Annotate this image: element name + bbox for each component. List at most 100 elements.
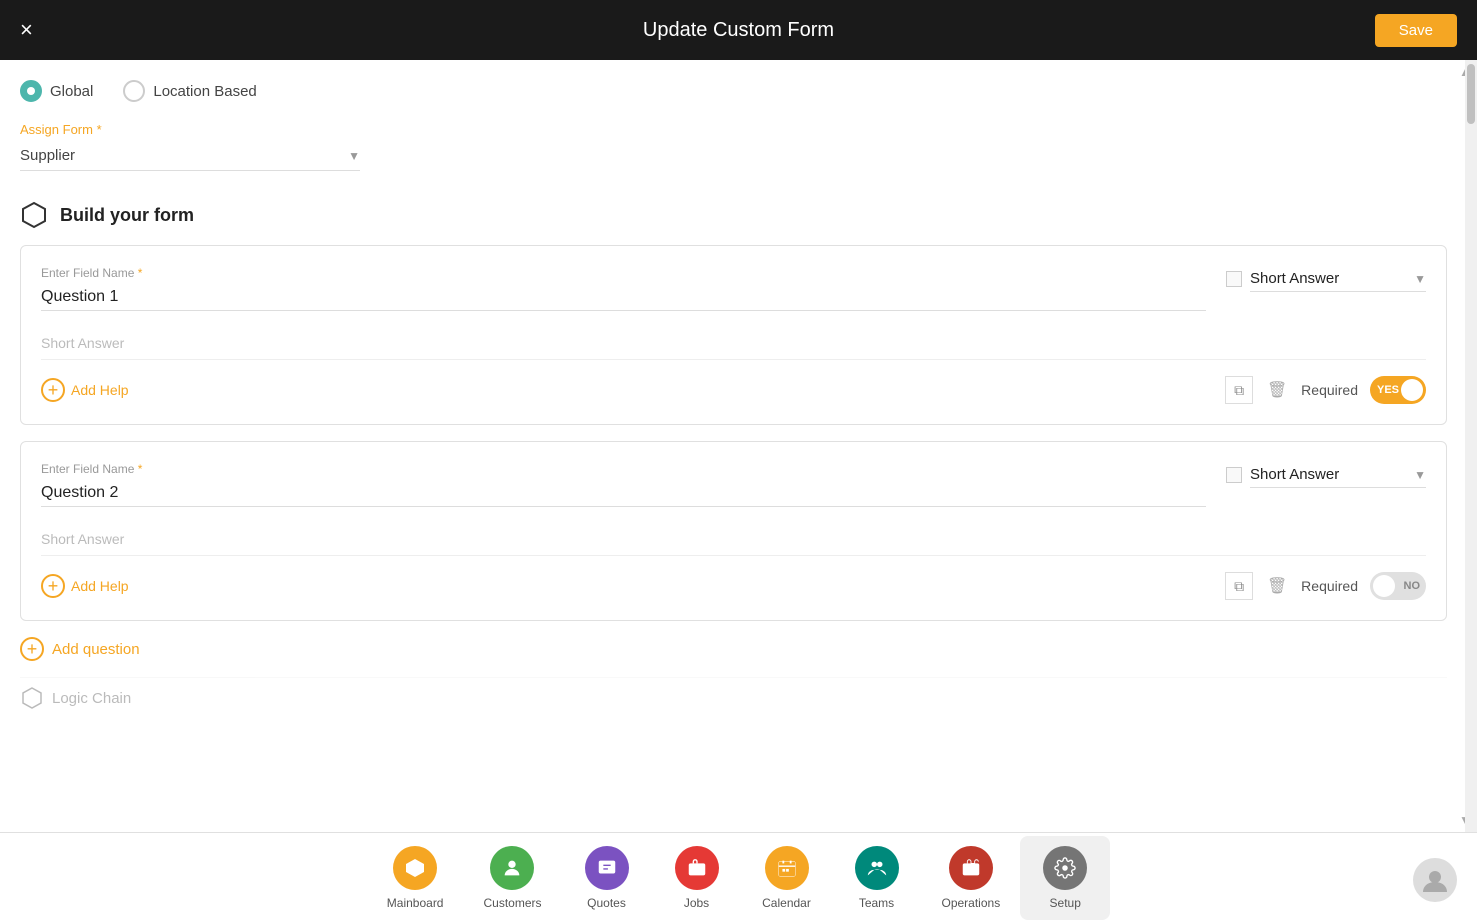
type-value-1: Short Answer	[1250, 270, 1339, 287]
scroll-thumb[interactable]	[1467, 64, 1475, 124]
add-help-label-1: Add Help	[71, 382, 129, 398]
nav-label-setup: Setup	[1050, 896, 1081, 910]
global-radio-label: Global	[50, 83, 93, 100]
card-actions-2: ⧉ 🗑 Required NO	[1225, 572, 1426, 600]
toggle-thumb-1	[1401, 379, 1423, 401]
nav-item-calendar[interactable]: Calendar	[742, 836, 832, 920]
required-label-2: Required	[1301, 578, 1358, 594]
nav-label-quotes: Quotes	[587, 896, 626, 910]
copy-icon-1[interactable]: ⧉	[1225, 376, 1253, 404]
add-question-label: Add question	[52, 641, 140, 658]
answer-placeholder-1: Short Answer	[41, 327, 1426, 360]
nav-item-customers[interactable]: Customers	[463, 836, 561, 920]
type-arrow-1: ▼	[1414, 272, 1426, 286]
save-button[interactable]: Save	[1375, 14, 1457, 47]
page-title: Update Custom Form	[643, 19, 834, 42]
setup-icon	[1043, 846, 1087, 890]
add-help-button-2[interactable]: + Add Help	[41, 574, 129, 598]
nav-label-jobs: Jobs	[684, 896, 709, 910]
bottom-hint-text: Logic Chain	[52, 690, 131, 707]
question-2-input[interactable]	[41, 480, 1206, 507]
required-toggle-2[interactable]: NO	[1370, 572, 1426, 600]
bottom-section-hint: Logic Chain	[20, 677, 1447, 710]
card-bottom-1: + Add Help ⧉ 🗑 Required YES	[41, 376, 1426, 404]
main-content: Global Location Based Assign Form * Supp…	[0, 60, 1477, 832]
assign-form-label: Assign Form *	[20, 122, 1447, 137]
nav-item-jobs[interactable]: Jobs	[652, 836, 742, 920]
type-dropdown-1[interactable]: Short Answer ▼	[1250, 266, 1426, 292]
type-checkbox-1[interactable]	[1226, 271, 1242, 287]
location-based-radio-circle	[123, 80, 145, 102]
assign-form-section: Assign Form * Supplier ▼	[20, 122, 1447, 171]
add-question-icon: +	[20, 637, 44, 661]
mainboard-icon	[393, 846, 437, 890]
add-help-icon-2: +	[41, 574, 65, 598]
toggle-text-2: NO	[1404, 580, 1421, 592]
required-marker: *	[97, 122, 102, 137]
teams-icon	[855, 846, 899, 890]
build-form-title: Build your form	[60, 205, 194, 226]
user-avatar[interactable]	[1413, 858, 1457, 902]
bottom-hex-icon	[20, 686, 44, 710]
assign-form-value: Supplier	[20, 147, 75, 164]
add-help-button-1[interactable]: + Add Help	[41, 378, 129, 402]
type-selector-2: Short Answer ▼	[1226, 462, 1426, 488]
close-button[interactable]: ×	[20, 17, 33, 43]
card-actions-1: ⧉ 🗑 Required YES	[1225, 376, 1426, 404]
assign-form-select[interactable]: Supplier ▼	[20, 141, 360, 171]
add-help-label-2: Add Help	[71, 578, 129, 594]
build-form-header: Build your form	[20, 201, 1447, 229]
question-card-1: Enter Field Name * Short Answer ▼ Short …	[20, 245, 1447, 425]
delete-icon-2[interactable]: 🗑	[1265, 574, 1289, 598]
answer-placeholder-2: Short Answer	[41, 523, 1426, 556]
type-checkbox-2[interactable]	[1226, 467, 1242, 483]
card-top-1: Enter Field Name * Short Answer ▼	[41, 266, 1426, 311]
copy-icon-2[interactable]: ⧉	[1225, 572, 1253, 600]
nav-item-quotes[interactable]: Quotes	[562, 836, 652, 920]
type-arrow-2: ▼	[1414, 468, 1426, 482]
customers-icon	[490, 846, 534, 890]
field-name-label-1: Enter Field Name *	[41, 266, 1206, 280]
nav-label-operations: Operations	[942, 896, 1001, 910]
global-radio[interactable]: Global	[20, 80, 93, 102]
delete-icon-1[interactable]: 🗑	[1265, 378, 1289, 402]
location-based-radio[interactable]: Location Based	[123, 80, 256, 102]
type-value-2: Short Answer	[1250, 466, 1339, 483]
card-top-2: Enter Field Name * Short Answer ▼	[41, 462, 1426, 507]
field-name-section-1: Enter Field Name *	[41, 266, 1206, 311]
type-selector-1: Short Answer ▼	[1226, 266, 1426, 292]
card-bottom-2: + Add Help ⧉ 🗑 Required NO	[41, 572, 1426, 600]
field-name-section-2: Enter Field Name *	[41, 462, 1206, 507]
header: × Update Custom Form Save	[0, 0, 1477, 60]
global-radio-circle	[20, 80, 42, 102]
required-label-1: Required	[1301, 382, 1358, 398]
question-card-2: Enter Field Name * Short Answer ▼ Short …	[20, 441, 1447, 621]
operations-icon	[949, 846, 993, 890]
nav-label-calendar: Calendar	[762, 896, 811, 910]
assign-form-arrow: ▼	[348, 149, 360, 163]
nav-item-operations[interactable]: Operations	[922, 836, 1021, 920]
scope-radio-group: Global Location Based	[20, 80, 1447, 102]
nav-item-setup[interactable]: Setup	[1020, 836, 1110, 920]
type-dropdown-2[interactable]: Short Answer ▼	[1250, 462, 1426, 488]
field-name-label-2: Enter Field Name *	[41, 462, 1206, 476]
add-help-icon-1: +	[41, 378, 65, 402]
nav-label-mainboard: Mainboard	[387, 896, 444, 910]
nav-items: Mainboard Customers Quotes Jobs Calendar	[0, 836, 1477, 920]
nav-item-teams[interactable]: Teams	[832, 836, 922, 920]
scrollbar[interactable]	[1465, 60, 1477, 862]
toggle-thumb-2	[1373, 575, 1395, 597]
nav-item-mainboard[interactable]: Mainboard	[367, 836, 464, 920]
jobs-icon	[675, 846, 719, 890]
required-toggle-1[interactable]: YES	[1370, 376, 1426, 404]
hex-icon	[20, 201, 48, 229]
calendar-icon	[765, 846, 809, 890]
question-1-input[interactable]	[41, 284, 1206, 311]
toggle-text-1: YES	[1377, 384, 1399, 396]
add-question-button[interactable]: + Add question	[20, 637, 140, 661]
bottom-navigation: Mainboard Customers Quotes Jobs Calendar	[0, 832, 1477, 922]
quotes-icon	[585, 846, 629, 890]
nav-label-teams: Teams	[859, 896, 894, 910]
nav-label-customers: Customers	[483, 896, 541, 910]
location-based-radio-label: Location Based	[153, 83, 256, 100]
